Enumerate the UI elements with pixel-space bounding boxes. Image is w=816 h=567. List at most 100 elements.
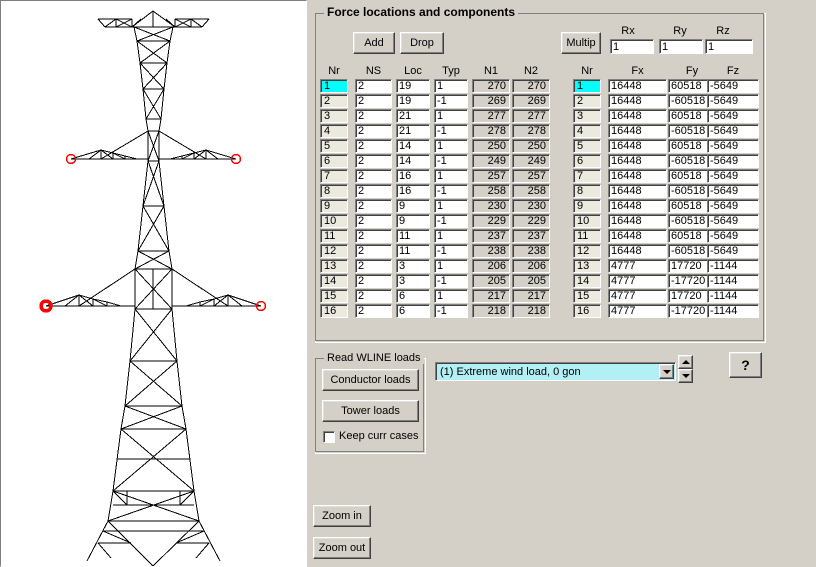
- loc-cell-loc[interactable]: 16: [396, 169, 430, 183]
- force-cell-fz[interactable]: -5649: [707, 154, 759, 168]
- loc-cell-typ[interactable]: -1: [434, 154, 468, 168]
- loc-cell-n1[interactable]: 205: [472, 274, 510, 288]
- loc-cell-ns[interactable]: 2: [355, 199, 392, 213]
- loc-cell-ns[interactable]: 2: [355, 274, 392, 288]
- multip-button[interactable]: Multip: [561, 32, 601, 54]
- keep-curr-cases-checkbox[interactable]: [323, 431, 335, 443]
- add-button[interactable]: Add: [353, 32, 395, 54]
- force-cell-fz[interactable]: -5649: [707, 244, 759, 258]
- rx-input[interactable]: 1: [610, 39, 654, 54]
- loc-cell-typ[interactable]: -1: [434, 124, 468, 138]
- loc-cell-typ[interactable]: -1: [434, 244, 468, 258]
- tower-loads-button[interactable]: Tower loads: [322, 400, 419, 422]
- force-cell-fz[interactable]: -5649: [707, 214, 759, 228]
- force-cell-fx[interactable]: 16448: [608, 139, 667, 153]
- loc-cell-ns[interactable]: 2: [355, 139, 392, 153]
- loc-cell-n2[interactable]: 230: [512, 199, 550, 213]
- loc-cell-n2[interactable]: 218: [512, 304, 550, 318]
- loc-cell-loc[interactable]: 14: [396, 139, 430, 153]
- loc-cell-n2[interactable]: 229: [512, 214, 550, 228]
- force-cell-fx[interactable]: 16448: [608, 94, 667, 108]
- loc-cell-ns[interactable]: 2: [355, 94, 392, 108]
- force-cell-fx[interactable]: 16448: [608, 79, 667, 93]
- zoom-in-button[interactable]: Zoom in: [313, 505, 371, 527]
- loc-cell-typ[interactable]: 1: [434, 109, 468, 123]
- force-cell-fx[interactable]: 4777: [608, 289, 667, 303]
- loc-cell-n1[interactable]: 230: [472, 199, 510, 213]
- force-cell-fz[interactable]: -5649: [707, 184, 759, 198]
- loc-cell-loc[interactable]: 11: [396, 229, 430, 243]
- loc-cell-ns[interactable]: 2: [355, 109, 392, 123]
- loc-cell-typ[interactable]: 1: [434, 229, 468, 243]
- loc-cell-typ[interactable]: 1: [434, 169, 468, 183]
- force-cell-fz[interactable]: -1144: [707, 304, 759, 318]
- loc-cell-n2[interactable]: 269: [512, 94, 550, 108]
- force-cell-fx[interactable]: 16448: [608, 109, 667, 123]
- loc-cell-typ[interactable]: -1: [434, 214, 468, 228]
- force-cell-fx[interactable]: 16448: [608, 229, 667, 243]
- loc-cell-loc[interactable]: 6: [396, 304, 430, 318]
- force-cell-fz[interactable]: -5649: [707, 109, 759, 123]
- loc-cell-n2[interactable]: 250: [512, 139, 550, 153]
- rz-input[interactable]: 1: [705, 39, 753, 54]
- chevron-down-icon[interactable]: [659, 364, 674, 379]
- loc-cell-n2[interactable]: 237: [512, 229, 550, 243]
- loc-cell-n1[interactable]: 206: [472, 259, 510, 273]
- loc-cell-loc[interactable]: 9: [396, 214, 430, 228]
- force-cell-fz[interactable]: -1144: [707, 289, 759, 303]
- force-cell-fz[interactable]: -5649: [707, 79, 759, 93]
- ry-input[interactable]: 1: [659, 39, 703, 54]
- loc-cell-n1[interactable]: 257: [472, 169, 510, 183]
- loc-cell-n1[interactable]: 229: [472, 214, 510, 228]
- force-cell-fx[interactable]: 4777: [608, 259, 667, 273]
- loc-cell-n2[interactable]: 277: [512, 109, 550, 123]
- loc-cell-loc[interactable]: 14: [396, 154, 430, 168]
- loc-cell-n2[interactable]: 238: [512, 244, 550, 258]
- force-cell-fx[interactable]: 16448: [608, 244, 667, 258]
- load-case-combo[interactable]: (1) Extreme wind load, 0 gon: [435, 362, 676, 381]
- loc-cell-n1[interactable]: 237: [472, 229, 510, 243]
- force-cell-fz[interactable]: -1144: [707, 274, 759, 288]
- force-cell-fz[interactable]: -5649: [707, 124, 759, 138]
- loc-cell-loc[interactable]: 6: [396, 289, 430, 303]
- loc-cell-ns[interactable]: 2: [355, 214, 392, 228]
- loc-cell-loc[interactable]: 19: [396, 79, 430, 93]
- loc-cell-n1[interactable]: 218: [472, 304, 510, 318]
- force-cell-fz[interactable]: -5649: [707, 139, 759, 153]
- loc-cell-n1[interactable]: 258: [472, 184, 510, 198]
- zoom-out-button[interactable]: Zoom out: [313, 537, 371, 559]
- conductor-loads-button[interactable]: Conductor loads: [322, 369, 419, 391]
- force-cell-fx[interactable]: 16448: [608, 154, 667, 168]
- loc-cell-ns[interactable]: 2: [355, 244, 392, 258]
- loc-cell-loc[interactable]: 19: [396, 94, 430, 108]
- loc-cell-typ[interactable]: 1: [434, 79, 468, 93]
- loc-cell-ns[interactable]: 2: [355, 229, 392, 243]
- tower-drawing-panel[interactable]: [0, 0, 307, 567]
- loc-cell-typ[interactable]: 1: [434, 289, 468, 303]
- loc-cell-typ[interactable]: 1: [434, 259, 468, 273]
- loc-cell-ns[interactable]: 2: [355, 289, 392, 303]
- loc-cell-n1[interactable]: 277: [472, 109, 510, 123]
- force-cell-fz[interactable]: -5649: [707, 229, 759, 243]
- force-cell-fz[interactable]: -5649: [707, 199, 759, 213]
- loc-cell-n1[interactable]: 270: [472, 79, 510, 93]
- loc-cell-loc[interactable]: 21: [396, 109, 430, 123]
- force-cell-fz[interactable]: -5649: [707, 169, 759, 183]
- loc-cell-ns[interactable]: 2: [355, 169, 392, 183]
- loc-cell-n2[interactable]: 205: [512, 274, 550, 288]
- load-case-spin-down[interactable]: [678, 369, 693, 383]
- force-cell-fx[interactable]: 16448: [608, 184, 667, 198]
- loc-cell-loc[interactable]: 11: [396, 244, 430, 258]
- loc-cell-ns[interactable]: 2: [355, 124, 392, 138]
- loc-cell-ns[interactable]: 2: [355, 304, 392, 318]
- loc-cell-typ[interactable]: -1: [434, 94, 468, 108]
- loc-cell-n2[interactable]: 217: [512, 289, 550, 303]
- force-cell-fx[interactable]: 16448: [608, 124, 667, 138]
- load-case-spin-up[interactable]: [678, 355, 693, 369]
- loc-cell-typ[interactable]: -1: [434, 304, 468, 318]
- loc-cell-n1[interactable]: 250: [472, 139, 510, 153]
- drop-button[interactable]: Drop: [400, 32, 444, 54]
- loc-cell-ns[interactable]: 2: [355, 154, 392, 168]
- force-cell-fx[interactable]: 4777: [608, 274, 667, 288]
- force-cell-fz[interactable]: -1144: [707, 259, 759, 273]
